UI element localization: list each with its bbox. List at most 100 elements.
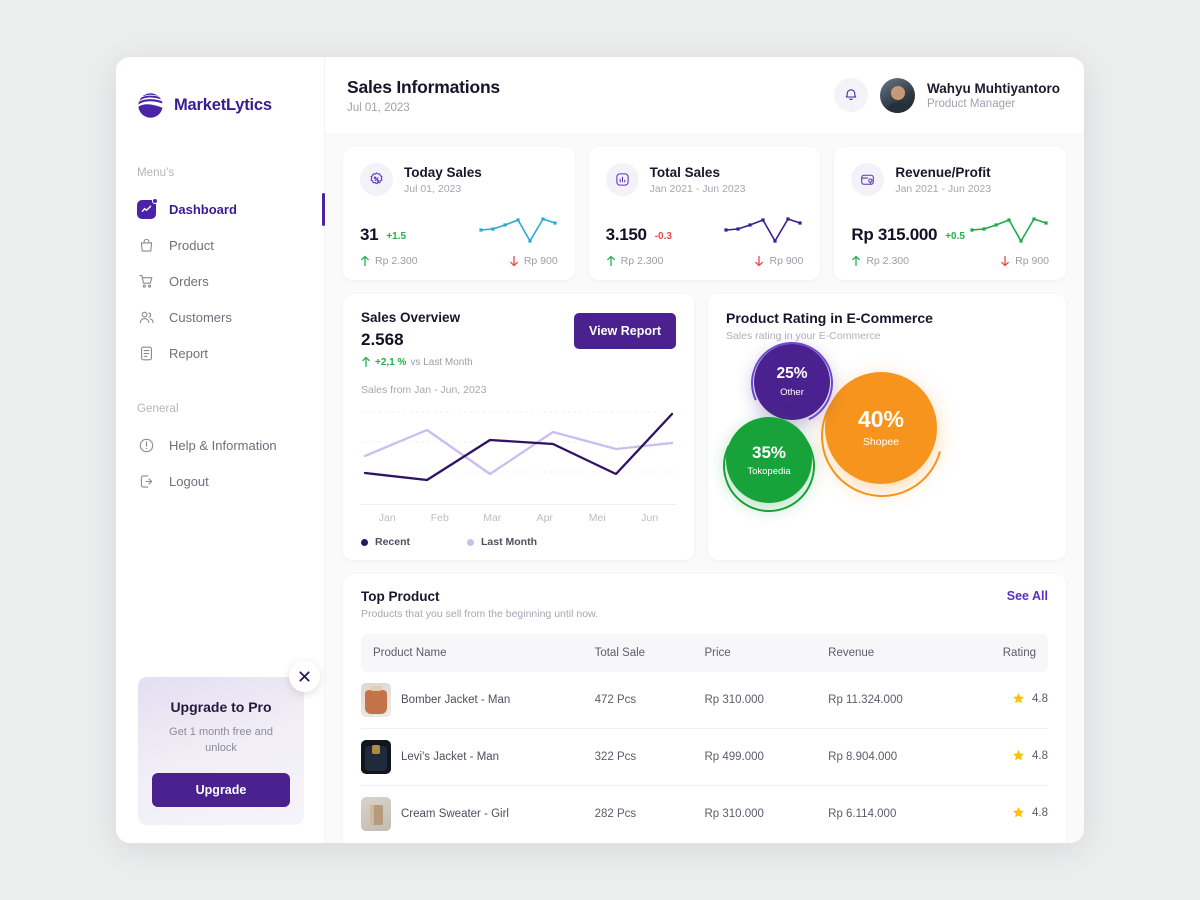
sidebar-item-customers[interactable]: Customers bbox=[116, 299, 324, 335]
arrow-up-icon bbox=[852, 255, 861, 267]
sidebar-item-label: Logout bbox=[169, 473, 209, 489]
rating-value: 4.8 bbox=[1032, 692, 1048, 705]
series-last-month bbox=[363, 428, 674, 476]
users-icon bbox=[137, 308, 156, 327]
column-header-revenue: Revenue bbox=[828, 634, 966, 672]
product-name-text: Bomber Jacket - Man bbox=[401, 693, 511, 706]
see-all-link[interactable]: See All bbox=[1007, 589, 1048, 603]
user-name: Wahyu Muhtiyantoro bbox=[927, 80, 1060, 96]
chart-legend: Recent Last Month bbox=[361, 536, 676, 548]
bell-icon[interactable] bbox=[834, 78, 868, 112]
product-name-text: Levi's Jacket - Man bbox=[401, 750, 500, 763]
cell-product-name: Bomber Jacket - Man bbox=[361, 672, 595, 729]
top-product-table: Product Name Total Sale Price Revenue Ra… bbox=[361, 634, 1048, 842]
sidebar-item-dashboard[interactable]: Dashboard bbox=[116, 191, 325, 227]
sidebar-item-orders[interactable]: Orders bbox=[116, 263, 324, 299]
bubble-shopee[interactable]: 40% Shopee bbox=[825, 372, 937, 484]
rating-subtitle: Sales rating in your E-Commerce bbox=[726, 330, 881, 342]
column-header-price: Price bbox=[704, 634, 829, 672]
overview-range: Sales from Jan - Jun, 2023 bbox=[361, 384, 487, 396]
sidebar-item-label: Dashboard bbox=[169, 201, 237, 217]
menu-section-label: Menu's bbox=[137, 167, 175, 179]
bar-chart-icon bbox=[605, 163, 639, 196]
x-tick: Mar bbox=[483, 512, 502, 524]
bag-icon bbox=[137, 236, 156, 255]
user-role: Product Manager bbox=[927, 97, 1016, 110]
product-thumbnail bbox=[361, 797, 391, 831]
stat-subtitle: Jul 01, 2023 bbox=[404, 182, 462, 195]
stat-up-value: Rp 2.300 bbox=[851, 255, 909, 267]
bubble-other[interactable]: 25% Other bbox=[754, 344, 830, 420]
sidebar-item-logout[interactable]: Logout bbox=[116, 463, 324, 499]
cell-product-name: Cream Sweater - Girl bbox=[361, 786, 595, 843]
column-header-product-name: Product Name bbox=[361, 634, 595, 672]
info-circle-icon bbox=[137, 436, 156, 455]
x-tick: Apr bbox=[536, 512, 553, 524]
cell-price: Rp 310.000 bbox=[704, 808, 764, 820]
column-header-total-sale: Total Sale bbox=[594, 634, 705, 672]
brand[interactable]: MarketLytics bbox=[116, 83, 324, 120]
stat-title: Revenue/Profit bbox=[895, 164, 991, 180]
sidebar-item-label: Help & Information bbox=[169, 437, 277, 453]
wave-circle-logo-icon bbox=[136, 91, 165, 120]
bubble-value: 40% bbox=[857, 406, 905, 432]
arrow-down-icon bbox=[509, 255, 518, 267]
table-row[interactable]: Levi's Jacket - Man 322 Pcs Rp 499.000 R… bbox=[361, 728, 1048, 786]
sidebar-item-report[interactable]: Report bbox=[116, 335, 324, 371]
arrow-up-icon bbox=[606, 255, 615, 267]
rating-title: Product Rating in E-Commerce bbox=[726, 310, 933, 326]
arrow-down-icon bbox=[1001, 255, 1010, 267]
topbar-right: Wahyu Muhtiyantoro Product Manager bbox=[834, 77, 1060, 113]
cell-revenue: Rp 11.324.000 bbox=[828, 672, 966, 729]
discount-badge-icon bbox=[360, 163, 393, 196]
cell-total-sale: 472 Pcs bbox=[594, 672, 705, 729]
stat-up-value: Rp 2.300 bbox=[606, 255, 663, 267]
overview-delta: +2,1 % vs Last Month bbox=[361, 356, 676, 368]
arrow-up-icon bbox=[361, 255, 369, 267]
sparkline-chart bbox=[723, 209, 803, 245]
stat-card-today-sales: Today Sales Jul 01, 2023 31 +1.5 Rp 2.30… bbox=[343, 147, 575, 280]
x-tick: Feb bbox=[430, 512, 449, 524]
close-icon[interactable] bbox=[289, 661, 320, 693]
table-row[interactable]: Bomber Jacket - Man 472 Pcs Rp 310.000 R… bbox=[361, 672, 1048, 729]
cell-total-sale: 282 Pcs bbox=[594, 808, 637, 820]
bubble-value: 35% bbox=[751, 442, 787, 462]
cart-icon bbox=[137, 272, 156, 291]
upgrade-button[interactable]: Upgrade bbox=[152, 773, 290, 807]
view-report-button[interactable]: View Report bbox=[573, 313, 676, 349]
stat-value: 3.150 bbox=[605, 225, 647, 244]
stat-title: Today Sales bbox=[404, 164, 482, 180]
page-title: Sales Informations bbox=[347, 76, 500, 97]
star-icon bbox=[1013, 693, 1024, 704]
cell-product-name: Levi's Jacket - Man bbox=[361, 728, 595, 786]
sidebar-item-help[interactable]: Help & Information bbox=[116, 427, 324, 463]
stat-value: Rp 315.000 bbox=[851, 225, 938, 244]
upgrade-title: Upgrade to Pro bbox=[170, 699, 272, 716]
stat-down-value: Rp 900 bbox=[1000, 255, 1049, 267]
cell-price: Rp 310.000 bbox=[704, 672, 829, 729]
bubble-chart: 40% Shopee 25% Other 35% Tokopedia bbox=[711, 330, 1048, 524]
sidebar-item-product[interactable]: Product bbox=[116, 227, 324, 263]
arrow-up-icon bbox=[362, 356, 370, 368]
table-row[interactable]: Cream Sweater - Girl 282 Pcs Rp 310.000 … bbox=[361, 786, 1048, 843]
avatar[interactable] bbox=[880, 77, 915, 113]
sidebar-item-label: Customers bbox=[169, 309, 232, 325]
star-icon bbox=[1013, 750, 1024, 761]
sparkline-chart bbox=[478, 209, 558, 245]
stat-title: Total Sales bbox=[649, 164, 720, 180]
stat-delta: -0.3 bbox=[654, 231, 672, 242]
upgrade-subtitle: Get 1 month free and unlock bbox=[169, 726, 273, 755]
cell-rating: 4.8 bbox=[965, 672, 1048, 729]
bubble-tokopedia[interactable]: 35% Tokopedia bbox=[726, 417, 812, 503]
sidebar-item-label: Report bbox=[169, 345, 209, 361]
bubble-label: Shopee bbox=[862, 436, 900, 448]
x-tick: Mei bbox=[588, 512, 606, 524]
logout-icon bbox=[137, 472, 156, 491]
brand-name: MarketLytics bbox=[174, 96, 272, 114]
content-area: Today Sales Jul 01, 2023 31 +1.5 Rp 2.30… bbox=[325, 133, 1084, 843]
stat-down-value: Rp 900 bbox=[509, 255, 558, 267]
dashboard-icon bbox=[137, 197, 158, 219]
cell-revenue: Rp 6.114.000 bbox=[828, 808, 897, 820]
bubble-label: Tokopedia bbox=[747, 465, 791, 477]
top-product-subtitle: Products that you sell from the beginnin… bbox=[361, 608, 598, 620]
